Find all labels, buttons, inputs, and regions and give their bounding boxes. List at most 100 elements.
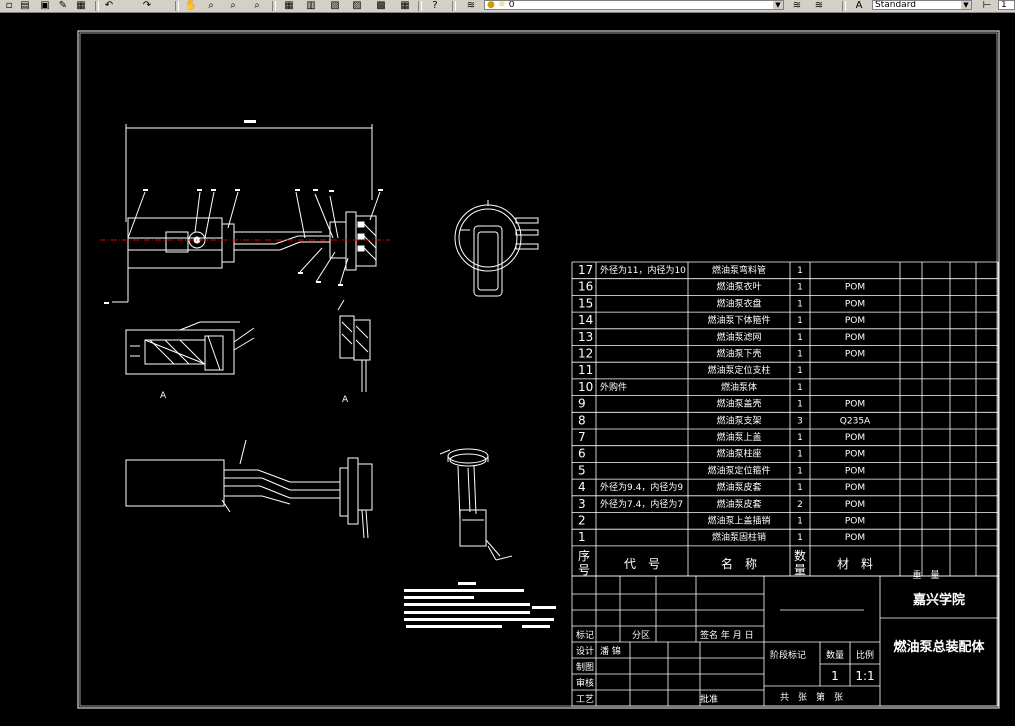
layer-value: 0 [508, 0, 515, 10]
row-name: 燃油泵皮套 [716, 481, 761, 493]
matchprop-icon[interactable]: ▦ [74, 0, 88, 11]
row-material: POM [845, 400, 865, 410]
drawing-canvas[interactable]: A A 17 外径为11，内径为10 燃油泵弯料管 1 16 燃油泵衣叶 1 P… [0, 12, 1015, 722]
row-qty: 1 [797, 383, 803, 393]
header-qty: 数 [794, 548, 806, 563]
row-no: 4 [578, 480, 586, 494]
chevron-down-icon[interactable]: ▼ [773, 1, 783, 9]
row-qty: 1 [797, 533, 803, 543]
row-name: 燃油泵盖壳 [716, 398, 761, 410]
dim-style-icon[interactable]: ⊢ [980, 0, 994, 11]
row-material: POM [845, 333, 865, 343]
row-qty: 1 [797, 450, 803, 460]
row-qty: 1 [797, 517, 803, 527]
save-icon[interactable]: ▣ [38, 0, 52, 11]
label-process: 工艺 [576, 694, 594, 705]
make-current-icon[interactable]: ≋ [790, 0, 804, 11]
new-file-icon[interactable]: ▫ [2, 0, 16, 11]
row-material: Q235A [840, 416, 871, 426]
row-name: 燃油泵下壳 [716, 348, 761, 360]
drawing-title: 燃油泵总装配体 [893, 639, 985, 655]
qty-value: 1 [831, 669, 839, 683]
zoom-realtime-icon[interactable]: ⌕ [204, 0, 218, 11]
row-no: 12 [578, 347, 593, 361]
row-name: 燃油泵上盖插销 [707, 515, 770, 527]
row-qty: 1 [797, 483, 803, 493]
label-check: 审核 [576, 677, 594, 689]
label-design: 设计 [576, 645, 594, 657]
row-qty: 1 [797, 466, 803, 476]
undo-icon[interactable]: ↶ [102, 0, 116, 11]
row-qty: 1 [797, 316, 803, 326]
row-qty: 1 [797, 283, 803, 293]
row-no: 3 [578, 497, 586, 511]
open-file-icon[interactable]: ▤ [18, 0, 32, 11]
school-name: 嘉兴学院 [912, 592, 965, 608]
label-mark: 标记 [576, 629, 594, 641]
text-style-icon[interactable]: A [852, 0, 866, 11]
label-signature-date: 签名 年 月 日 [700, 629, 754, 641]
row-material: POM [845, 533, 865, 543]
toolbar-separator [272, 1, 276, 11]
row-material: POM [845, 283, 865, 293]
row-material: POM [845, 299, 865, 309]
redo-icon[interactable]: ↷ [140, 0, 154, 11]
properties-icon[interactable]: ▦ [282, 0, 296, 11]
sun-icon: ☼ [497, 0, 506, 10]
parts-list-table: 17 外径为11，内径为10 燃油泵弯料管 116 燃油泵衣叶 1 POM15 燃油泵衣盘 1 P… [571, 261, 999, 581]
row-name: 燃油泵定位支柱 [707, 364, 770, 376]
row-material: POM [845, 466, 865, 476]
row-code: 外购件 [600, 381, 627, 393]
row-qty: 1 [797, 433, 803, 443]
markup-icon[interactable]: ▩ [374, 0, 388, 11]
dim-style-dropdown[interactable]: 1 [998, 0, 1015, 10]
layer-previous-icon[interactable]: ≋ [812, 0, 826, 11]
calculator-icon[interactable]: ▦ [398, 0, 412, 11]
text-style-value: Standard [875, 0, 916, 10]
sheet-set-icon[interactable]: ▨ [350, 0, 364, 11]
row-code: 外径为9.4，内径为9 [600, 481, 683, 493]
row-qty: 2 [797, 500, 803, 510]
row-name: 燃油泵体 [721, 381, 757, 393]
lower-assembly-view [125, 439, 373, 539]
row-name: 燃油泵固柱销 [712, 531, 766, 543]
row-no: 16 [578, 280, 593, 294]
side-detail-view [337, 299, 371, 392]
row-qty: 1 [797, 350, 803, 360]
row-material: POM [845, 450, 865, 460]
layer-dropdown[interactable]: ● ☼ 0 ▼ [484, 0, 784, 10]
row-name: 燃油泵衣叶 [716, 281, 761, 293]
header-material: 材 料 [837, 557, 873, 571]
row-material: POM [845, 433, 865, 443]
scale-value: 1:1 [855, 669, 874, 683]
layer-manager-icon[interactable]: ≋ [464, 0, 478, 11]
row-no: 7 [578, 430, 586, 444]
main-assembly-view [112, 120, 381, 303]
chevron-down-icon[interactable]: ▼ [961, 1, 971, 9]
design-center-icon[interactable]: ▥ [304, 0, 318, 11]
zoom-previous-icon[interactable]: ⌕ [250, 0, 264, 11]
text-style-dropdown[interactable]: Standard ▼ [872, 0, 972, 10]
row-no: 11 [578, 363, 593, 377]
balloon-leader-ticks [104, 189, 383, 304]
label-sheets: 共 张 第 张 [780, 691, 843, 703]
pencil-icon[interactable]: ✎ [56, 0, 70, 11]
toolbar-separator [418, 1, 422, 11]
title-block-text: 嘉兴学院 燃油泵总装配体 标记 分区 签名 年 月 日 设计 潘 锦 制图 审核… [576, 592, 985, 705]
toolbar-separator [95, 1, 99, 11]
row-no: 17 [578, 263, 593, 277]
row-no: 14 [578, 313, 593, 327]
header-no: 序 [578, 548, 590, 563]
tool-palettes-icon[interactable]: ▧ [328, 0, 342, 11]
row-name: 燃油泵支架 [716, 414, 761, 426]
zoom-window-icon[interactable]: ⌕ [226, 0, 240, 11]
pan-icon[interactable]: ✋ [184, 0, 198, 11]
dim-style-value: 1 [1001, 0, 1007, 10]
row-qty: 1 [797, 333, 803, 343]
end-view [454, 200, 539, 297]
row-material: POM [845, 483, 865, 493]
row-material: POM [845, 316, 865, 326]
help-icon[interactable]: ? [428, 0, 442, 11]
row-qty: 3 [797, 416, 803, 426]
row-name: 燃油泵皮套 [716, 498, 761, 510]
